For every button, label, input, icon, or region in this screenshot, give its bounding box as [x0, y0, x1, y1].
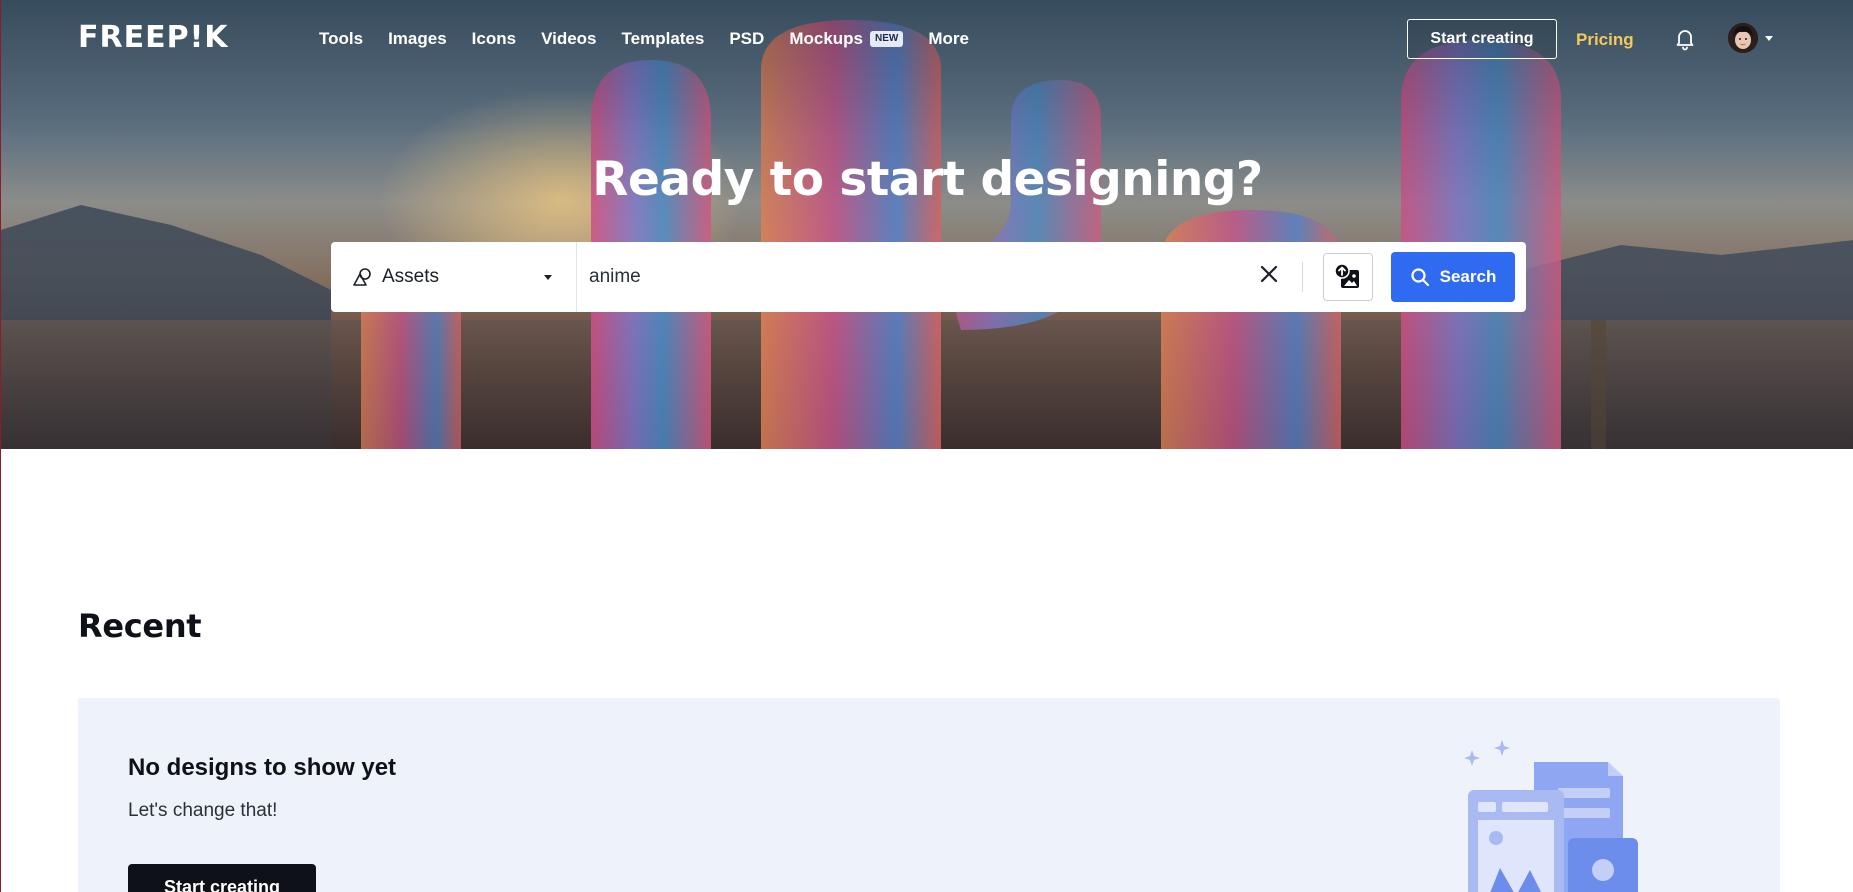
nav-link-videos[interactable]: Videos	[541, 28, 596, 50]
empty-state-title: No designs to show yet	[128, 754, 397, 781]
nav-link-icons[interactable]: Icons	[472, 28, 516, 50]
nav-link-psd[interactable]: PSD	[729, 28, 764, 50]
nav-link-more[interactable]: More	[928, 28, 969, 50]
search-icon	[1411, 268, 1429, 287]
nav-link-label: More	[928, 29, 969, 48]
search-input[interactable]	[589, 256, 1269, 298]
search-divider	[1302, 262, 1303, 292]
search-button-label: Search	[1439, 267, 1497, 286]
empty-designs-illustration	[1464, 740, 1638, 892]
nav-link-mockups[interactable]: Mockups NEW	[789, 28, 904, 50]
nav-link-tools[interactable]: Tools	[319, 28, 363, 50]
avatar[interactable]	[1728, 23, 1758, 53]
image-search-icon	[1334, 263, 1359, 288]
asset-type-dropdown[interactable]: Assets	[331, 242, 577, 312]
nav-links: Tools Images Icons Videos Templates PSD …	[319, 28, 994, 50]
pricing-link[interactable]: Pricing	[1576, 29, 1634, 51]
nav-link-images[interactable]: Images	[388, 28, 447, 50]
nav-link-templates[interactable]: Templates	[622, 28, 705, 50]
new-badge: NEW	[870, 31, 904, 47]
nav-link-label: Videos	[541, 29, 597, 48]
recent-empty-state: No designs to show yet Let's change that…	[78, 698, 1780, 892]
nav-link-label: Mockups	[789, 29, 863, 48]
bell-icon[interactable]	[1673, 27, 1697, 51]
freepik-logo[interactable]: FREEP!K	[78, 21, 229, 55]
start-creating-button[interactable]: Start creating	[128, 864, 316, 892]
nav-link-label: Icons	[471, 29, 517, 48]
nav-link-label: PSD	[729, 29, 765, 48]
nav-link-label: Templates	[621, 29, 705, 48]
empty-state-subtitle: Let's change that!	[128, 800, 278, 821]
chevron-down-icon[interactable]	[1763, 33, 1775, 43]
hero-title: Ready to start designing?	[592, 152, 1263, 207]
avatar-image	[1728, 23, 1758, 53]
page: FREEP!K Tools Images Icons Videos Templa…	[0, 0, 1853, 892]
search-button[interactable]: Search	[1391, 252, 1515, 302]
close-icon[interactable]	[1259, 264, 1279, 284]
chevron-down-icon	[544, 275, 552, 280]
start-creating-button[interactable]: Start creating	[1407, 19, 1557, 59]
asset-type-label: Assets	[382, 266, 440, 287]
shapes-icon	[353, 268, 371, 286]
nav-link-label: Tools	[319, 29, 364, 48]
top-navigation: FREEP!K Tools Images Icons Videos Templa…	[1, 0, 1853, 78]
recent-heading: Recent	[78, 607, 202, 645]
image-search-button[interactable]	[1323, 253, 1373, 301]
nav-link-label: Images	[388, 29, 447, 48]
